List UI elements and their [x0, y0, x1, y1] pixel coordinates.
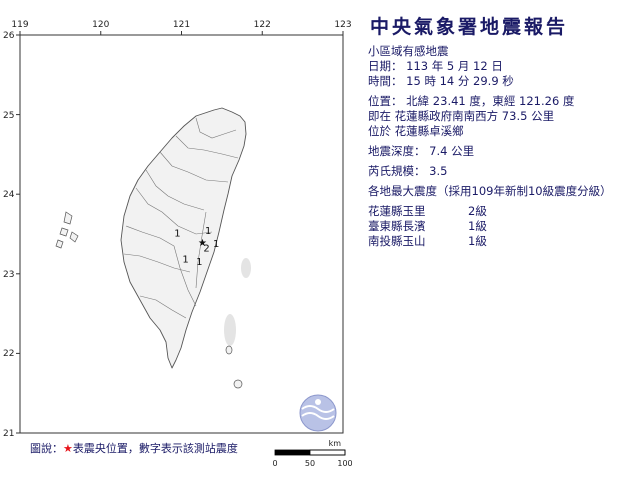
legend-text: 表震央位置，數字表示該測站震度: [72, 442, 238, 455]
station-row: 南投縣玉山 1級: [368, 234, 636, 249]
report-position: 位置： 北緯 23.41 度，東經 121.26 度: [368, 94, 575, 108]
report-time: 時間： 15 時 14 分 29.9 秒: [368, 74, 514, 88]
station-row: 臺東縣長濱 1級: [368, 219, 636, 234]
lat-tick-22: 22: [3, 349, 14, 359]
lat-tick-26: 26: [3, 31, 15, 41]
lat-tick-25: 25: [3, 111, 14, 121]
report-location-2: 位於 花蓮縣卓溪鄉: [368, 124, 464, 138]
lat-tick-24: 24: [3, 190, 15, 200]
station-level: 1級: [468, 234, 487, 248]
report-magnitude: 芮氏規模： 3.5: [368, 164, 448, 178]
legend-star-icon: ★: [63, 442, 73, 455]
scale-label-0: 0: [272, 459, 277, 468]
station-name: 南投縣玉山: [368, 234, 426, 248]
station-intensity-mark: 1: [196, 257, 202, 268]
lat-tick-23: 23: [3, 270, 14, 280]
report-location-1: 即在 花蓮縣政府南南西方 73.5 公里: [368, 109, 555, 123]
lat-tick-21: 21: [3, 429, 14, 439]
map-legend: 圖說：★表震央位置，數字表示該測站震度: [30, 440, 238, 456]
taiwan-map: 119 120 121 122 123 26 25 24 23 22 21 11…: [3, 20, 353, 468]
lon-tick-123: 123: [334, 20, 351, 30]
report-depth: 地震深度： 7.4 公里: [368, 144, 475, 158]
station-name: 花蓮縣玉里: [368, 204, 426, 218]
station-name: 臺東縣長濱: [368, 219, 426, 233]
report-title: 中央氣象署地震報告: [370, 16, 569, 38]
scale-unit: km: [329, 439, 342, 448]
station-level: 1級: [468, 219, 487, 233]
intensity-header: 各地最大震度（採用109年新制10級震度分級）: [368, 184, 612, 198]
scale-label-100: 100: [337, 459, 352, 468]
station-intensity-mark: 1: [182, 255, 188, 266]
report-subtitle: 小區域有感地震: [368, 44, 449, 58]
lon-tick-121: 121: [173, 20, 190, 30]
station-intensity-mark: 1: [174, 228, 180, 239]
scale-label-50: 50: [305, 459, 315, 468]
lon-tick-122: 122: [254, 20, 271, 30]
epicenter-star: ★: [198, 238, 207, 249]
map-panel: 119 120 121 122 123 26 25 24 23 22 21 1 …: [0, 0, 360, 480]
station-intensity-mark: 1: [205, 226, 211, 237]
cwa-logo: [299, 394, 337, 432]
station-intensity-mark: 1: [213, 239, 219, 250]
lon-tick-120: 120: [92, 20, 109, 30]
report-date: 日期： 113 年 5 月 12 日: [368, 59, 503, 73]
station-list: 花蓮縣玉里 2級 臺東縣長濱 1級 南投縣玉山 1級: [368, 204, 636, 249]
lon-tick-119: 119: [11, 20, 28, 30]
report-panel: 中央氣象署地震報告 小區域有感地震 日期： 113 年 5 月 12 日 時間：…: [368, 12, 636, 249]
station-row: 花蓮縣玉里 2級: [368, 204, 636, 219]
scale-bar: km 0 50 100: [272, 439, 352, 468]
station-level: 2級: [468, 204, 487, 218]
legend-prefix: 圖說：: [30, 442, 63, 455]
